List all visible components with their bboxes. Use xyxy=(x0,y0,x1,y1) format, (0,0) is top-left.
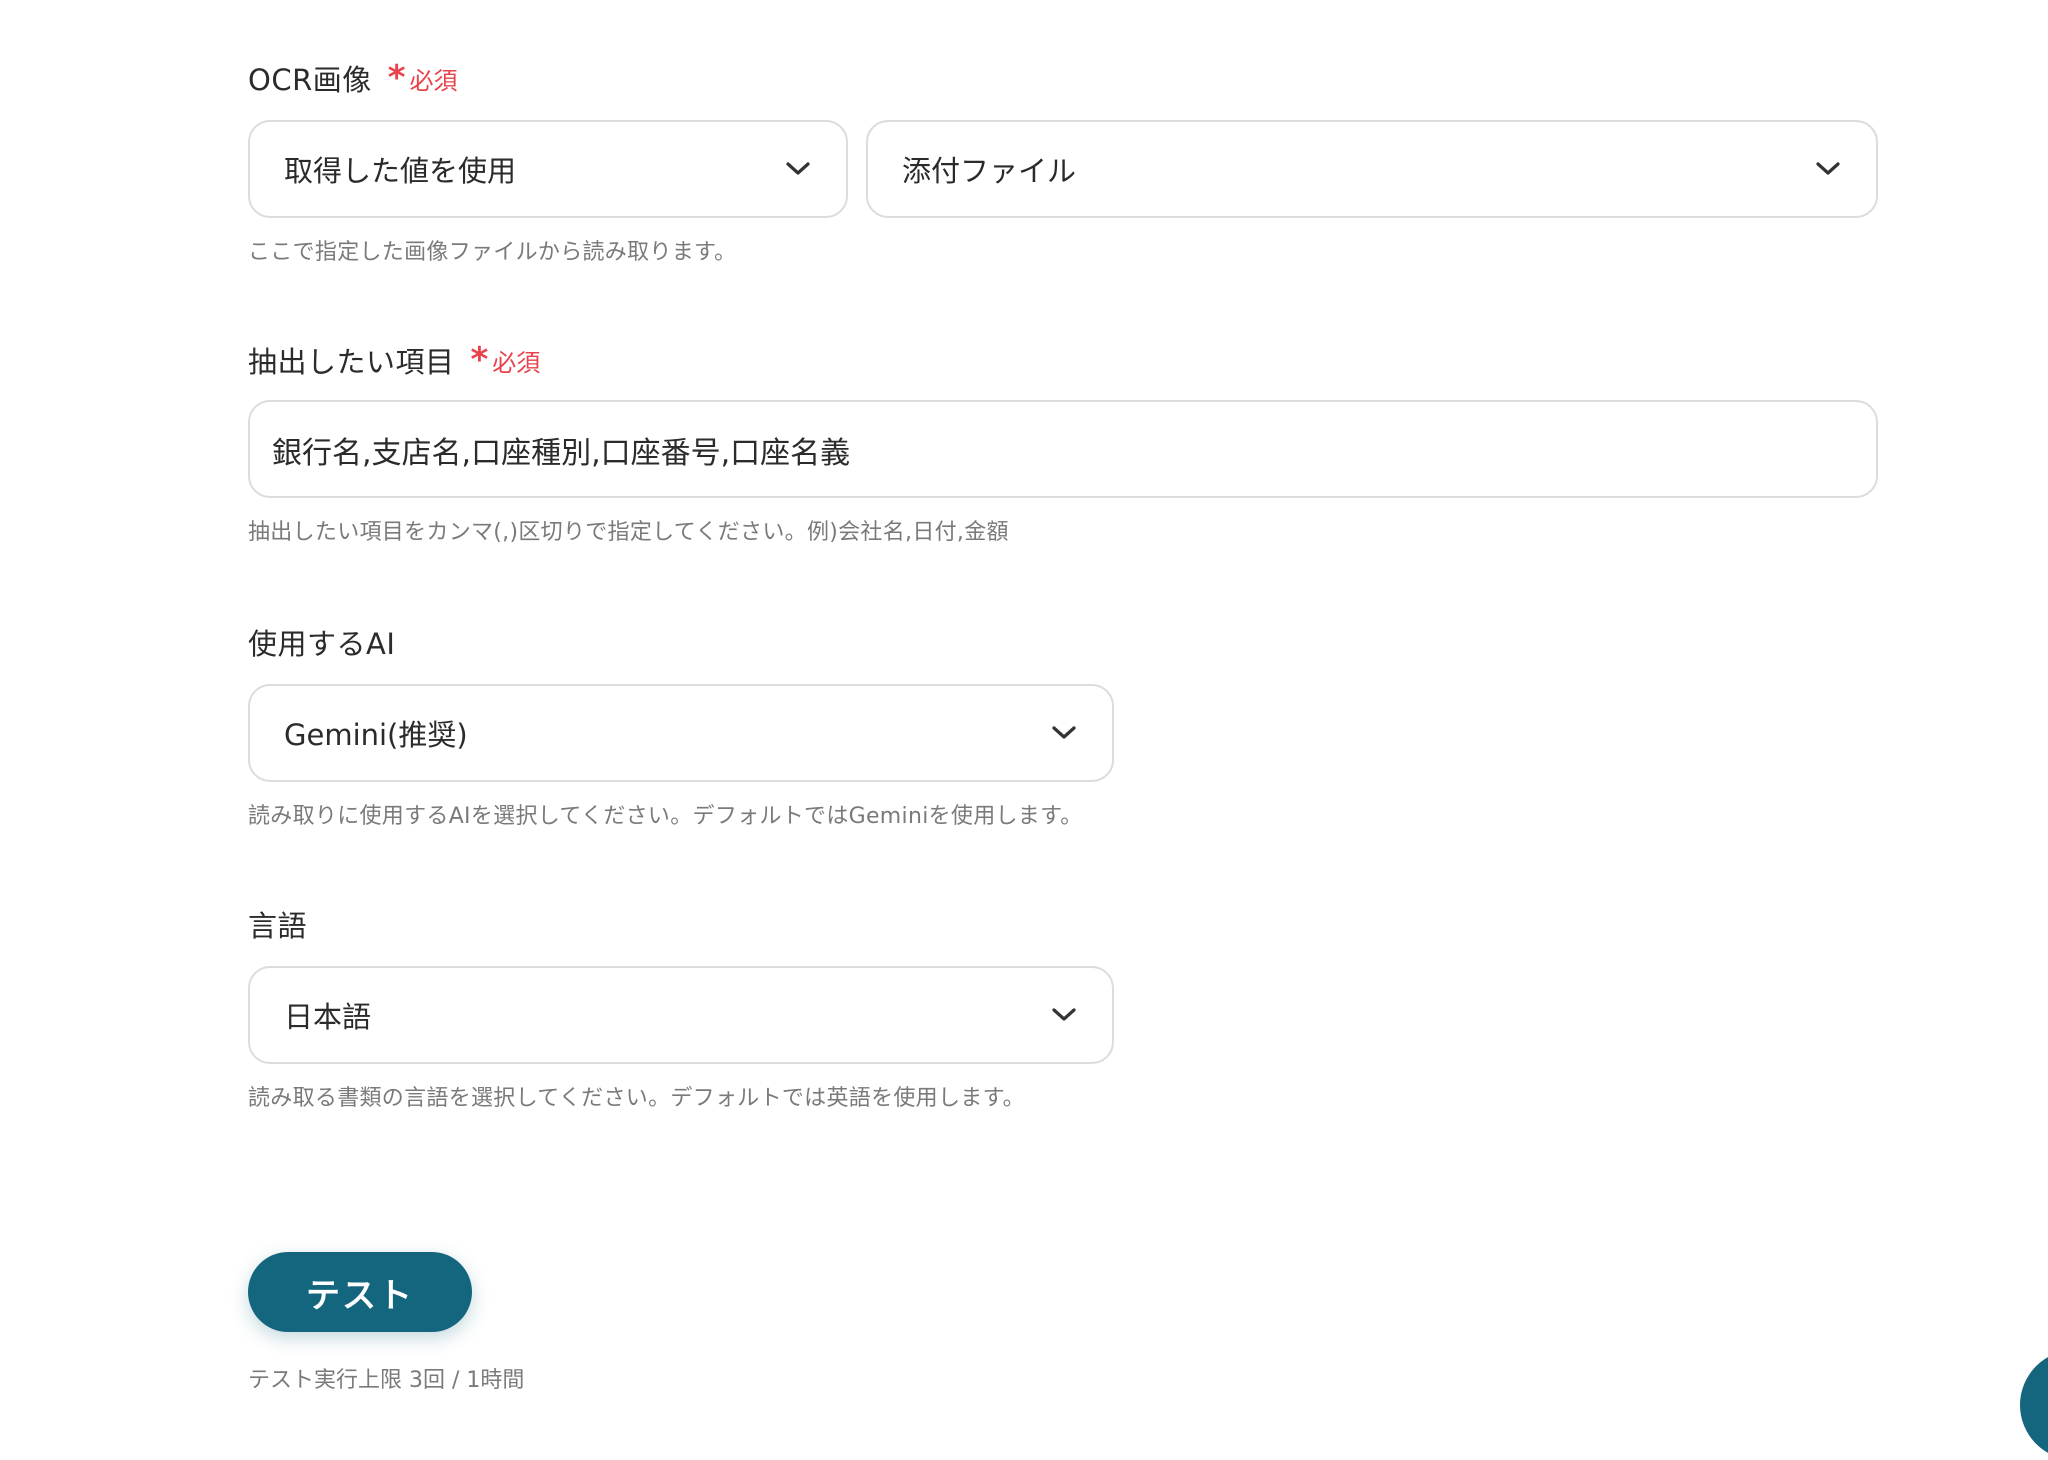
ai-model-field: 使用するAI Gemini(推奨) 読み取りに使用するAIを選択してください。デ… xyxy=(248,622,1114,830)
ai-model-label-row: 使用するAI xyxy=(248,622,1114,662)
floating-action-button[interactable] xyxy=(2020,1350,2048,1460)
test-button[interactable]: テスト xyxy=(248,1252,472,1332)
language-label-row: 言語 xyxy=(248,904,1114,944)
ai-model-select[interactable]: Gemini(推奨) xyxy=(248,684,1114,782)
test-limit-text: テスト実行上限 3回 / 1時間 xyxy=(248,1368,525,1393)
ocr-image-field: OCR画像 * 必須 取得した値を使用 添付ファイル ここで指定した画像ファイル… xyxy=(248,58,1878,266)
extract-items-label: 抽出したい項目 xyxy=(248,345,455,379)
asterisk-icon: * xyxy=(387,58,406,98)
extract-items-value: 銀行名,支店名,口座種別,口座番号,口座名義 xyxy=(272,436,851,471)
ocr-file-select-value: 添付ファイル xyxy=(902,154,1077,188)
extract-items-label-row: 抽出したい項目 * 必須 xyxy=(248,340,1878,380)
ocr-file-select[interactable]: 添付ファイル xyxy=(866,120,1878,218)
extract-items-help: 抽出したい項目をカンマ(,)区切りで指定してください。例)会社名,日付,金額 xyxy=(248,520,1009,545)
ocr-image-label: OCR画像 xyxy=(248,63,372,97)
language-field: 言語 日本語 読み取る書類の言語を選択してください。デフォルトでは英語を使用しま… xyxy=(248,904,1114,1112)
extract-items-field: 抽出したい項目 * 必須 銀行名,支店名,口座種別,口座番号,口座名義 抽出した… xyxy=(248,340,1878,546)
language-label: 言語 xyxy=(248,909,308,943)
extract-items-input[interactable]: 銀行名,支店名,口座種別,口座番号,口座名義 xyxy=(248,400,1878,498)
ocr-image-help: ここで指定した画像ファイルから読み取ります。 xyxy=(248,240,737,265)
ai-model-select-value: Gemini(推奨) xyxy=(284,718,468,752)
ocr-source-select[interactable]: 取得した値を使用 xyxy=(248,120,848,218)
language-select[interactable]: 日本語 xyxy=(248,966,1114,1064)
chevron-down-icon xyxy=(782,153,814,185)
language-select-value: 日本語 xyxy=(284,1000,372,1034)
ocr-image-controls: 取得した値を使用 添付ファイル xyxy=(248,120,1878,218)
required-marker: * 必須 xyxy=(388,61,458,96)
chevron-down-icon xyxy=(1812,153,1844,185)
required-text: 必須 xyxy=(409,66,458,95)
ai-model-help: 読み取りに使用するAIを選択してください。デフォルトではGeminiを使用します… xyxy=(248,804,1083,829)
required-text: 必須 xyxy=(492,348,541,377)
chevron-down-icon xyxy=(1048,999,1080,1031)
ai-model-label: 使用するAI xyxy=(248,627,396,661)
ocr-source-select-value: 取得した値を使用 xyxy=(284,154,517,188)
chevron-down-icon xyxy=(1048,717,1080,749)
asterisk-icon: * xyxy=(470,340,489,380)
required-marker: * 必須 xyxy=(471,343,541,378)
language-help: 読み取る書類の言語を選択してください。デフォルトでは英語を使用します。 xyxy=(248,1086,1025,1111)
ocr-image-label-row: OCR画像 * 必須 xyxy=(248,58,1878,98)
